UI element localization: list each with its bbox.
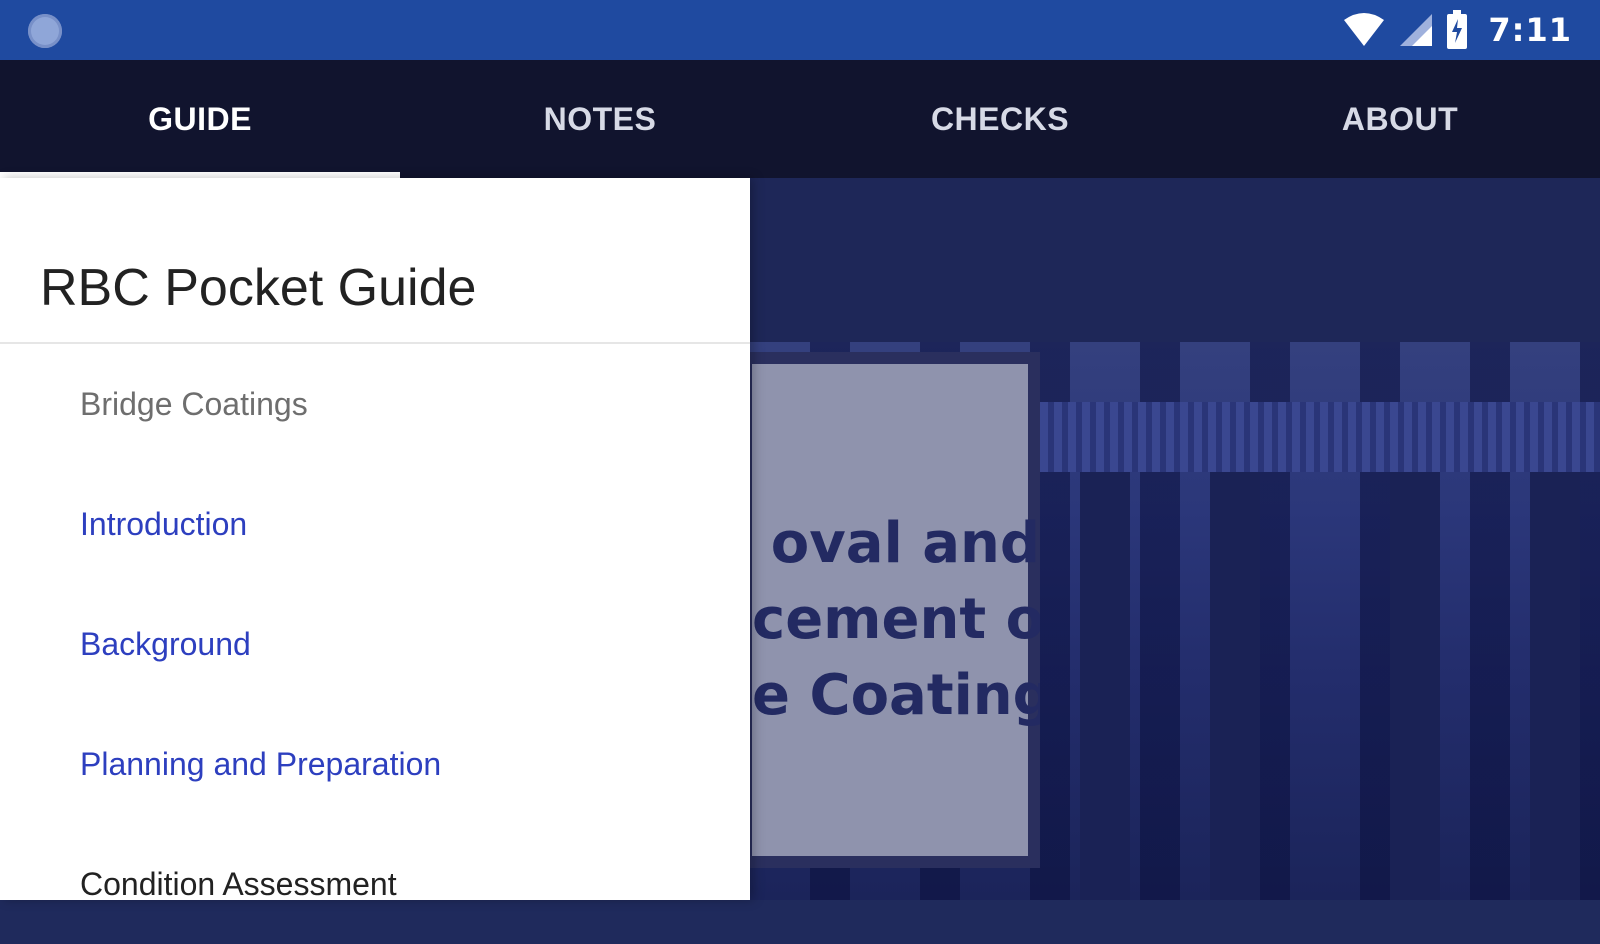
drawer-section-bridge-coatings: Bridge Coatings — [0, 344, 750, 464]
tab-bar: GUIDE NOTES CHECKS ABOUT — [0, 60, 1600, 178]
status-bar: 7:11 — [0, 0, 1600, 60]
hero-title-line: oval and — [770, 511, 1040, 576]
tab-label: CHECKS — [930, 100, 1070, 137]
clock: 7:11 — [1488, 11, 1572, 49]
status-icons: 7:11 — [1342, 8, 1572, 52]
drawer-item-label: Background — [80, 625, 251, 662]
hero-image: oval and cement of e Coatings — [740, 342, 1600, 900]
drawer-item-condition-assessment[interactable]: Condition Assessment — [0, 824, 750, 944]
drawer-item-background[interactable]: Background — [0, 584, 750, 704]
tab-label: GUIDE — [148, 100, 252, 137]
battery-charging-icon — [1447, 10, 1468, 49]
notification-dot-icon — [28, 14, 62, 48]
bridge-pillar — [1390, 472, 1440, 900]
wifi-icon — [1344, 13, 1385, 46]
tab-label: NOTES — [543, 100, 657, 137]
drawer-item-label: Planning and Preparation — [80, 745, 442, 782]
drawer-item-introduction[interactable]: Introduction — [0, 464, 750, 584]
tab-guide[interactable]: GUIDE — [0, 60, 400, 178]
drawer-item-label: Introduction — [80, 505, 248, 542]
bridge-pillar — [1080, 472, 1130, 900]
bridge-deck — [1040, 402, 1600, 472]
signal-icon — [1400, 14, 1433, 46]
hero-title-card: oval and cement of e Coatings — [740, 352, 1040, 868]
drawer-title: RBC Pocket Guide — [40, 259, 477, 317]
tab-about[interactable]: ABOUT — [1200, 60, 1600, 178]
tab-checks[interactable]: CHECKS — [800, 60, 1200, 178]
hero-title: oval and cement of e Coatings — [752, 506, 1040, 734]
tab-label: ABOUT — [1341, 100, 1459, 137]
drawer-item-planning-and-preparation[interactable]: Planning and Preparation — [0, 704, 750, 824]
hero-title-line: cement of — [752, 587, 1040, 652]
hero-title-line: e Coatings — [752, 663, 1040, 728]
drawer-header: RBC Pocket Guide — [0, 178, 750, 344]
drawer-list: Bridge Coatings Introduction Background … — [0, 344, 750, 944]
navigation-drawer: RBC Pocket Guide Bridge Coatings Introdu… — [0, 178, 750, 902]
drawer-item-label: Bridge Coatings — [80, 385, 308, 422]
bridge-pillar — [1210, 472, 1260, 900]
tab-notes[interactable]: NOTES — [400, 60, 800, 178]
drawer-item-label: Condition Assessment — [80, 865, 397, 902]
bridge-pillar — [1530, 472, 1580, 900]
